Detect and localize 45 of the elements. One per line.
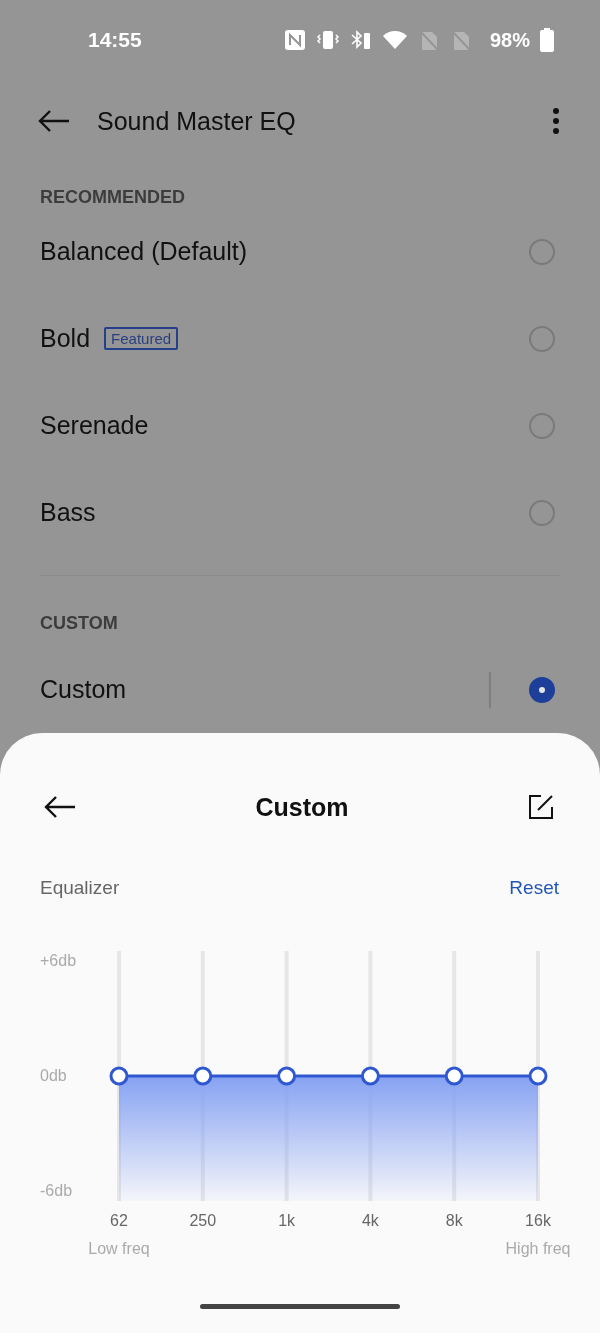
preset-label[interactable]: Bass [40, 498, 96, 527]
band-handle[interactable] [360, 1066, 380, 1086]
nfc-icon [283, 29, 306, 51]
bluetooth-icon [349, 29, 372, 51]
axis-label: -6db [40, 1182, 73, 1200]
range-label: High freq [505, 1240, 571, 1257]
range-label: Low freq [88, 1240, 150, 1257]
preset-label[interactable]: Balanced (Default) [40, 237, 248, 266]
preset-label[interactable]: Serenade [40, 411, 149, 440]
axis-label: +6db [40, 951, 77, 969]
frequency-label: 250 [189, 1212, 217, 1229]
band-handle[interactable] [277, 1066, 297, 1086]
radio-button[interactable] [529, 676, 555, 703]
band-handle[interactable] [444, 1066, 464, 1086]
reset-link[interactable]: Reset [509, 877, 559, 899]
vibrate-icon [315, 29, 340, 51]
frequency-label: 4k [361, 1212, 379, 1229]
page-title: Sound Master EQ [97, 106, 297, 136]
status-time: 14:55 [88, 28, 142, 52]
battery-icon [540, 28, 554, 52]
axis-label: 0db [40, 1067, 67, 1084]
sheet-title: Custom [255, 792, 349, 822]
radio-button[interactable] [529, 238, 555, 265]
preset-label[interactable]: Custom [40, 675, 127, 704]
frequency-label: 62 [110, 1212, 128, 1229]
frequency-label: 1k [278, 1212, 296, 1229]
frequency-label: 16k [525, 1212, 551, 1229]
wifi-icon [381, 29, 408, 51]
radio-button[interactable] [529, 499, 555, 526]
radio-button[interactable] [529, 325, 555, 352]
equalizer-label: Equalizer [40, 877, 120, 899]
more-icon[interactable] [552, 108, 560, 134]
section-heading: RECOMMENDED [39, 186, 186, 208]
back-icon[interactable] [38, 110, 70, 132]
preset-label[interactable]: Bold [40, 324, 91, 353]
band-handle[interactable] [109, 1066, 129, 1086]
radio-button[interactable] [529, 412, 555, 439]
band-handle[interactable] [528, 1066, 548, 1086]
section-heading: CUSTOM [39, 612, 119, 634]
frequency-label: 8k [445, 1212, 463, 1229]
featured-tag: Featured [104, 327, 179, 350]
band-handle[interactable] [193, 1066, 213, 1086]
edit-icon[interactable] [528, 794, 554, 820]
battery-percent: 98% [489, 28, 530, 52]
back-icon[interactable] [44, 796, 76, 818]
